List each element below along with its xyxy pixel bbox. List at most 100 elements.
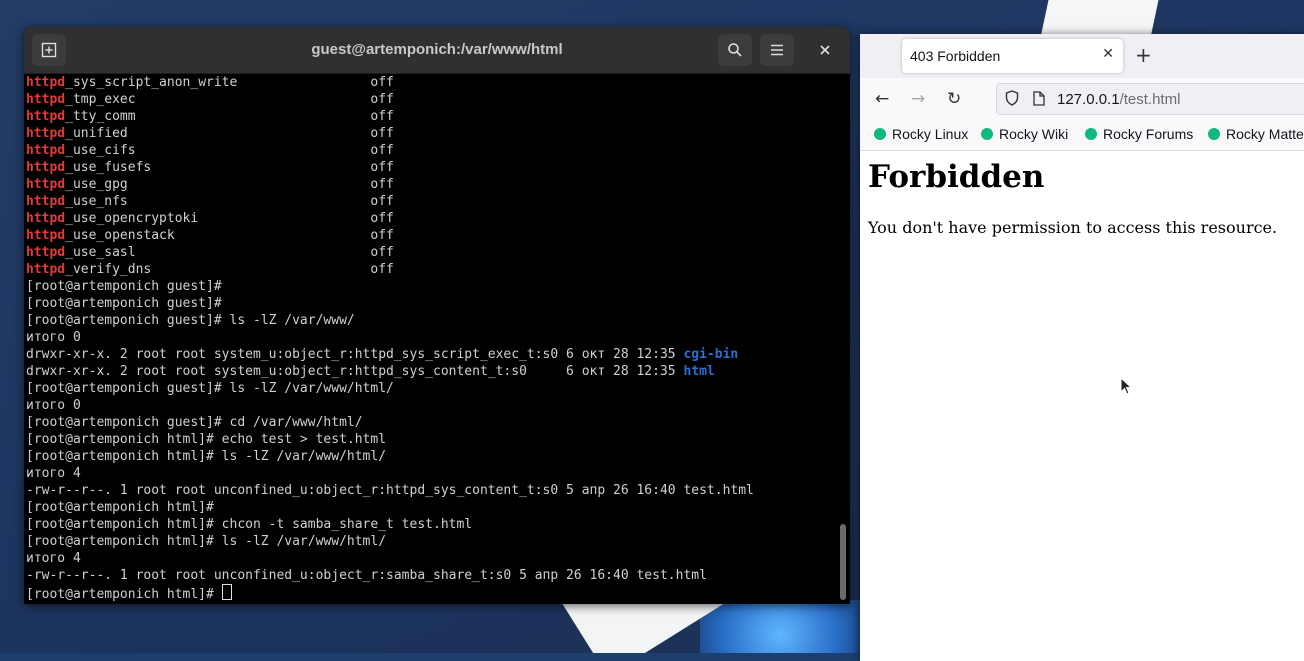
terminal-line: [root@artemponich html]# ls -lZ /var/www… xyxy=(26,448,838,465)
terminal-cursor xyxy=(221,584,232,600)
httpd-prefix: httpd xyxy=(26,160,66,175)
terminal-line-text: _tty_comm off xyxy=(65,109,394,124)
terminal-line-text: итого 4 xyxy=(26,466,81,481)
page-heading: Forbidden xyxy=(868,159,1045,195)
terminal-line: httpd_use_fusefs off xyxy=(26,159,838,176)
terminal-line: -rw-r--r--. 1 root root unconfined_u:obj… xyxy=(26,567,838,584)
terminal-output[interactable]: httpd_sys_script_anon_write off httpd_tmp… xyxy=(24,74,838,604)
terminal-line-text: _use_nfs off xyxy=(65,194,394,209)
page-content: Forbidden You don't have permission to a… xyxy=(860,151,1304,661)
terminal-line-text: _verify_dns off xyxy=(65,262,394,277)
page-info-icon[interactable] xyxy=(1033,91,1045,110)
page-message: You don't have permission to access this… xyxy=(868,218,1278,237)
terminal-line: httpd_use_opencryptoki off xyxy=(26,210,838,227)
bookmark-rocky-wiki[interactable]: Rocky Wiki xyxy=(981,126,1068,142)
terminal-line: [root@artemponich html]# chcon -t samba_… xyxy=(26,516,838,533)
terminal-line-text: _use_gpg off xyxy=(65,177,394,192)
terminal-line: [root@artemponich guest]# xyxy=(26,295,838,312)
bookmark-rocky-forums[interactable]: Rocky Forums xyxy=(1085,126,1193,142)
terminal-line: [root@artemponich html]# echo test > tes… xyxy=(26,431,838,448)
terminal-line: [root@artemponich guest]# cd /var/www/ht… xyxy=(26,414,838,431)
terminal-line: drwxr-xr-x. 2 root root system_u:object_… xyxy=(26,346,838,363)
terminal-scrollbar[interactable] xyxy=(840,524,846,600)
terminal-line-text: [root@artemponich guest]# ls -lZ /var/ww… xyxy=(26,381,394,396)
search-icon[interactable] xyxy=(718,34,752,66)
bookmark-rocky-matte[interactable]: Rocky Matte xyxy=(1208,126,1304,142)
terminal-line-text: drwxr-xr-x. 2 root root system_u:object_… xyxy=(26,364,684,379)
reload-icon[interactable]: ↻ xyxy=(947,89,961,109)
terminal-line: итого 4 xyxy=(26,550,838,567)
terminal-line-text: итого 0 xyxy=(26,398,81,413)
terminal-line-text: _unified off xyxy=(65,126,394,141)
httpd-prefix: httpd xyxy=(26,194,66,209)
terminal-window[interactable]: guest@artemponich:/var/www/html httpd_sy… xyxy=(24,27,850,604)
close-tab-icon[interactable]: ✕ xyxy=(1102,46,1114,62)
terminal-line-text: [root@artemponich guest]# xyxy=(26,296,222,311)
terminal-line-text: [root@artemponich guest]# ls -lZ /var/ww… xyxy=(26,313,355,328)
httpd-prefix: httpd xyxy=(26,262,66,277)
browser-window[interactable]: 403 Forbidden ✕ + ← → ↻ 127.0.0.1/test.h… xyxy=(860,34,1304,661)
terminal-line: httpd_use_sasl off xyxy=(26,244,838,261)
forward-arrow-icon[interactable]: → xyxy=(911,89,925,109)
httpd-prefix: httpd xyxy=(26,211,66,226)
terminal-line-text: [root@artemponich guest]# xyxy=(26,279,222,294)
terminal-line-text: [root@artemponich html]# chcon -t samba_… xyxy=(26,517,473,532)
navigation-bar: ← → ↻ 127.0.0.1/test.html xyxy=(860,78,1304,118)
new-tab-plus-icon[interactable]: + xyxy=(1135,43,1152,67)
terminal-line: -rw-r--r--. 1 root root unconfined_u:obj… xyxy=(26,482,838,499)
httpd-prefix: httpd xyxy=(26,109,66,124)
terminal-line-text: [root@artemponich guest]# cd /var/www/ht… xyxy=(26,415,363,430)
terminal-line-text: итого 4 xyxy=(26,551,81,566)
directory-name: cgi-bin xyxy=(683,347,739,362)
tab-title: 403 Forbidden xyxy=(910,48,1001,64)
terminal-line-text: -rw-r--r--. 1 root root unconfined_u:obj… xyxy=(26,568,707,583)
terminal-line: итого 0 xyxy=(26,397,838,414)
terminal-line-text: _sys_script_anon_write off xyxy=(65,75,394,90)
terminal-line: httpd_sys_script_anon_write off xyxy=(26,74,838,91)
httpd-prefix: httpd xyxy=(26,177,66,192)
terminal-line: httpd_use_nfs off xyxy=(26,193,838,210)
back-arrow-icon[interactable]: ← xyxy=(875,89,889,109)
bookmark-rocky-linux[interactable]: Rocky Linux xyxy=(874,126,968,142)
terminal-line-text: -rw-r--r--. 1 root root unconfined_u:obj… xyxy=(26,483,754,498)
terminal-line-text: drwxr-xr-x. 2 root root system_u:object_… xyxy=(26,347,684,362)
rocky-logo-icon xyxy=(1208,128,1220,140)
terminal-line-text: [root@artemponich html]# ls -lZ /var/www… xyxy=(26,449,387,464)
terminal-line-text: _use_opencryptoki off xyxy=(65,211,394,226)
terminal-line-text: _use_sasl off xyxy=(65,245,394,260)
terminal-line: httpd_tty_comm off xyxy=(26,108,838,125)
rocky-logo-icon xyxy=(874,128,886,140)
terminal-line-text: _tmp_exec off xyxy=(65,92,394,107)
url-text[interactable]: 127.0.0.1/test.html xyxy=(1057,91,1180,108)
hamburger-menu-icon[interactable] xyxy=(760,34,794,66)
terminal-line: [root@artemponich guest]# ls -lZ /var/ww… xyxy=(26,312,838,329)
terminal-line: [root@artemponich html]# ls -lZ /var/www… xyxy=(26,533,838,550)
mouse-pointer-icon xyxy=(1120,376,1133,399)
httpd-prefix: httpd xyxy=(26,228,66,243)
httpd-prefix: httpd xyxy=(26,143,66,158)
browser-tab[interactable]: 403 Forbidden ✕ xyxy=(902,39,1123,73)
close-icon[interactable] xyxy=(808,34,842,66)
httpd-prefix: httpd xyxy=(26,75,66,90)
rocky-logo-icon xyxy=(1085,128,1097,140)
httpd-prefix: httpd xyxy=(26,245,66,260)
terminal-line-text: [root@artemponich html]# xyxy=(26,587,222,602)
terminal-line: httpd_use_openstack off xyxy=(26,227,838,244)
shield-icon[interactable] xyxy=(1005,90,1019,110)
terminal-line: итого 4 xyxy=(26,465,838,482)
terminal-line: итого 0 xyxy=(26,329,838,346)
terminal-line-text: _use_cifs off xyxy=(65,143,394,158)
terminal-line: [root@artemponich html]# xyxy=(26,499,838,516)
terminal-line-text: [root@artemponich html]# ls -lZ /var/www… xyxy=(26,534,387,549)
terminal-line-text: _use_openstack off xyxy=(65,228,394,243)
terminal-line: [root@artemponich html]# xyxy=(26,584,838,602)
terminal-line-text: [root@artemponich html]# xyxy=(26,500,214,515)
terminal-line: [root@artemponich guest]# xyxy=(26,278,838,295)
terminal-line: httpd_use_gpg off xyxy=(26,176,838,193)
rocky-logo-icon xyxy=(981,128,993,140)
terminal-line: httpd_verify_dns off xyxy=(26,261,838,278)
bookmarks-toolbar: Rocky Linux Rocky Wiki Rocky Forums Rock… xyxy=(860,118,1304,151)
url-bar[interactable]: 127.0.0.1/test.html xyxy=(996,83,1304,115)
terminal-header: guest@artemponich:/var/www/html xyxy=(24,27,850,74)
directory-name: html xyxy=(683,364,715,379)
